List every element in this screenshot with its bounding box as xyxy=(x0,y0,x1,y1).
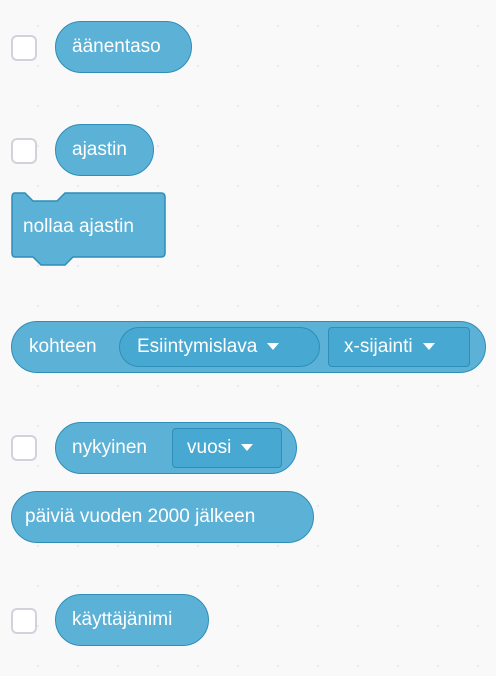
reset-timer-stack-block[interactable]: nollaa ajastin xyxy=(11,192,167,272)
target-dropdown-value: Esiintymislava xyxy=(137,335,258,357)
property-dropdown[interactable]: x-sijainti xyxy=(328,326,470,367)
username-reporter-block[interactable]: käyttäjänimi xyxy=(55,594,209,646)
property-dropdown-value: x-sijainti xyxy=(344,335,413,357)
current-checkbox[interactable] xyxy=(11,435,37,461)
days-since-2000-reporter-block[interactable]: päiviä vuoden 2000 jälkeen xyxy=(11,491,314,543)
days-since-2000-label: päiviä vuoden 2000 jälkeen xyxy=(25,506,256,527)
current-unit-dropdown[interactable]: vuosi xyxy=(172,427,282,468)
current-reporter-block[interactable]: nykyinen vuosi xyxy=(55,422,297,474)
volume-checkbox[interactable] xyxy=(11,35,37,61)
chevron-down-icon xyxy=(241,444,254,451)
reset-timer-label: nollaa ajastin xyxy=(23,216,134,237)
username-checkbox[interactable] xyxy=(11,608,37,634)
chevron-down-icon xyxy=(267,343,280,350)
current-unit-dropdown-value: vuosi xyxy=(187,436,232,458)
current-label: nykyinen xyxy=(72,437,147,458)
volume-reporter-block[interactable]: äänentaso xyxy=(55,21,192,73)
timer-checkbox[interactable] xyxy=(11,138,37,164)
timer-reporter-block[interactable]: ajastin xyxy=(55,124,154,176)
of-label: kohteen xyxy=(29,336,97,357)
volume-label: äänentaso xyxy=(72,36,161,57)
of-reporter-block[interactable]: kohteen Esiintymislava x-sijainti xyxy=(11,321,486,373)
username-label: käyttäjänimi xyxy=(72,609,173,630)
target-dropdown[interactable]: Esiintymislava xyxy=(119,326,320,367)
timer-label: ajastin xyxy=(72,139,127,160)
chevron-down-icon xyxy=(422,343,435,350)
